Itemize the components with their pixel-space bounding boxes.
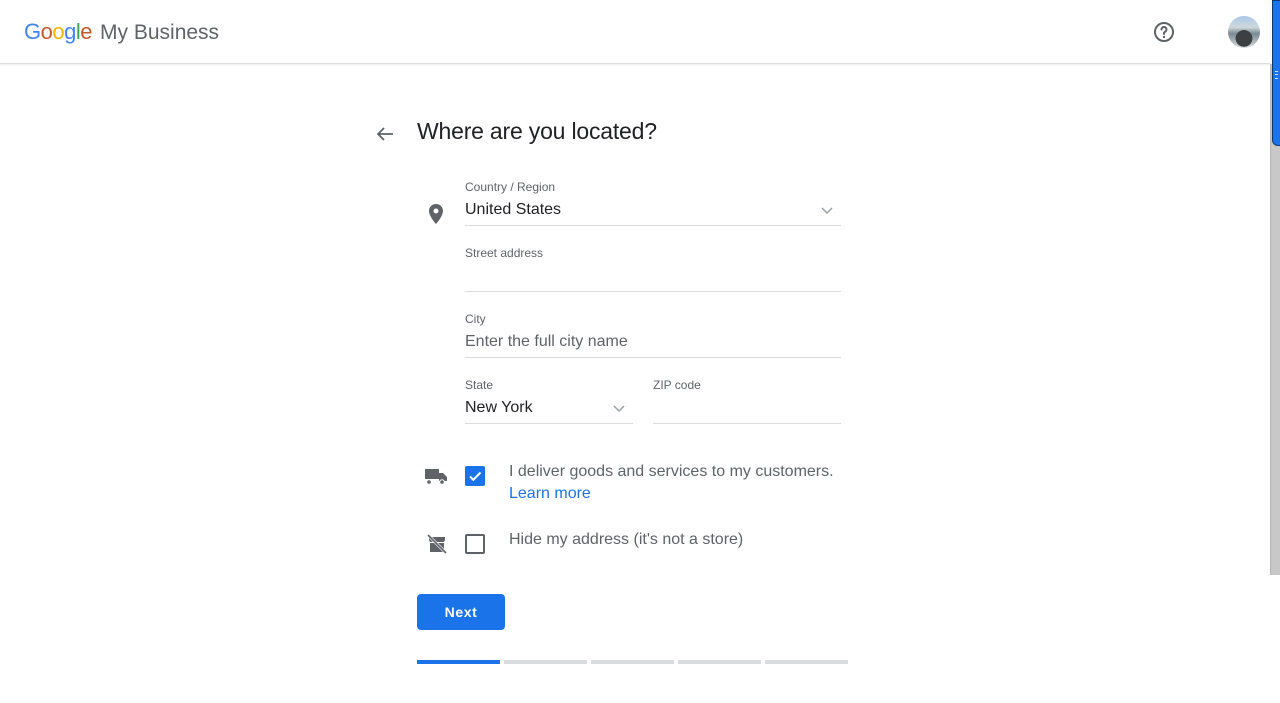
state-label: State: [465, 378, 494, 392]
city-underline: [465, 357, 841, 358]
zip-code-underline: [653, 423, 841, 424]
hide-address-checkbox[interactable]: [465, 534, 485, 554]
chevron-down-icon: [613, 405, 625, 413]
step-progress: [417, 660, 848, 664]
street-address-input[interactable]: [465, 268, 841, 286]
next-button[interactable]: Next: [417, 594, 505, 630]
progress-step-3: [591, 660, 674, 664]
hide-address-label: Hide my address (it's not a store): [509, 531, 744, 548]
delivery-checkbox[interactable]: [465, 466, 485, 486]
page-title: Where are you located?: [417, 118, 657, 144]
country-underline: [465, 225, 841, 226]
zip-code-label: ZIP code: [653, 378, 701, 392]
help-icon[interactable]: [1152, 20, 1176, 44]
country-label: Country / Region: [465, 180, 556, 194]
top-app-bar: Google My Business: [0, 0, 1270, 64]
state-select[interactable]: State New York: [465, 378, 633, 424]
street-address-underline: [465, 291, 841, 292]
google-my-business-logo[interactable]: Google My Business: [24, 19, 219, 45]
zip-code-field: ZIP code: [653, 378, 841, 424]
store-off-icon: [426, 533, 448, 555]
progress-step-1: [417, 660, 500, 664]
city-field: City: [465, 312, 841, 358]
truck-icon: [425, 469, 447, 485]
chevron-down-icon: [821, 207, 833, 215]
street-address-label: Street address: [465, 246, 544, 260]
state-value: New York: [465, 399, 533, 416]
arrow-back-icon[interactable]: [373, 122, 397, 146]
google-wordmark: Google: [24, 19, 93, 44]
city-label: City: [465, 312, 486, 326]
progress-step-4: [678, 660, 761, 664]
city-input[interactable]: [465, 333, 841, 351]
zip-code-input[interactable]: [653, 400, 841, 418]
side-panel-tab[interactable]: [1272, 0, 1280, 146]
learn-more-link[interactable]: Learn more: [509, 485, 591, 503]
place-icon: [429, 204, 443, 224]
progress-step-5: [765, 660, 848, 664]
check-icon: [469, 471, 482, 482]
street-address-field: Street address: [465, 246, 841, 292]
product-name: My Business: [100, 21, 220, 44]
state-underline: [465, 423, 633, 424]
country-value: United States: [465, 201, 562, 218]
progress-step-2: [504, 660, 587, 664]
country-select[interactable]: Country / Region United States: [465, 180, 841, 226]
grip-icon: [1275, 71, 1278, 79]
delivery-label: I deliver goods and services to my custo…: [509, 463, 834, 480]
avatar[interactable]: [1228, 16, 1260, 48]
